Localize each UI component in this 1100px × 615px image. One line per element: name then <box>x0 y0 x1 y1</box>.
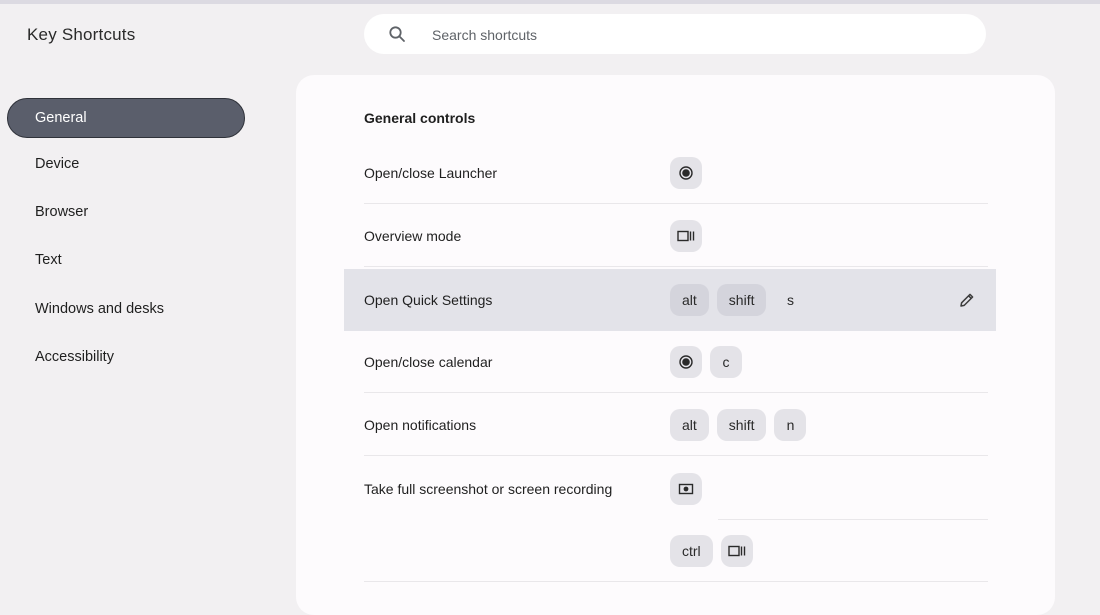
search-bar[interactable] <box>364 14 986 56</box>
shortcut-keys: ctrl <box>670 535 753 567</box>
launcher-icon <box>679 166 693 180</box>
shortcut-row-alternate[interactable]: ctrl <box>344 520 996 582</box>
key-alt[interactable]: alt <box>670 284 709 316</box>
screenshot-key[interactable] <box>670 473 702 505</box>
shortcut-label: Overview mode <box>364 228 462 244</box>
screenshot-icon <box>678 483 694 495</box>
shortcut-label: Open Quick Settings <box>364 292 493 308</box>
key-shift[interactable]: shift <box>716 409 767 441</box>
shortcut-keys <box>670 473 702 505</box>
sidebar-item-general[interactable]: General <box>7 98 245 138</box>
overview-key[interactable] <box>670 220 702 252</box>
row-divider <box>364 266 988 267</box>
overview-key[interactable] <box>720 535 753 567</box>
shortcut-row[interactable]: Take full screenshot or screen recording <box>344 458 996 520</box>
shortcut-label: Open/close Launcher <box>364 165 498 181</box>
overview-icon <box>727 545 745 557</box>
sidebar-item-windows-and-desks[interactable]: Windows and desks <box>7 289 245 329</box>
shortcut-row[interactable]: Open notifications alt shift n <box>344 394 996 456</box>
window-top-strip <box>0 0 1100 4</box>
section-title: General controls <box>364 110 476 126</box>
shortcut-keys: alt shift n <box>670 409 807 441</box>
key-shift[interactable]: shift <box>716 284 767 316</box>
shortcut-row-highlighted[interactable]: Open Quick Settings alt shift s <box>344 269 996 331</box>
page-title: Key Shortcuts <box>27 25 136 44</box>
key-c[interactable]: c <box>710 346 742 378</box>
overview-icon <box>677 230 695 242</box>
shortcut-label: Open/close calendar <box>364 354 493 370</box>
search-icon <box>389 26 405 42</box>
shortcut-row[interactable]: Open/close Launcher <box>344 142 996 204</box>
sidebar-item-device[interactable]: Device <box>7 144 245 184</box>
shortcut-label: Open notifications <box>364 417 477 433</box>
key-ctrl[interactable]: ctrl <box>670 535 713 567</box>
shortcut-keys <box>670 157 702 189</box>
sidebar-item-accessibility[interactable]: Accessibility <box>7 337 245 377</box>
key-n[interactable]: n <box>774 409 807 441</box>
edit-icon[interactable] <box>958 291 976 309</box>
shortcut-label: Take full screenshot or screen recording <box>364 481 613 497</box>
key-alt[interactable]: alt <box>670 409 709 441</box>
shortcuts-panel: General controls Open/close Launcher Ove… <box>296 75 1055 615</box>
key-s[interactable]: s <box>774 284 806 316</box>
search-input[interactable] <box>430 14 954 56</box>
sidebar-item-text[interactable]: Text <box>7 240 245 280</box>
shortcut-row[interactable]: Open/close calendar c <box>344 331 996 393</box>
shortcut-keys: alt shift s <box>670 284 806 316</box>
row-divider <box>364 581 988 582</box>
shortcut-keys: c <box>670 346 742 378</box>
sidebar-item-browser[interactable]: Browser <box>7 192 245 232</box>
shortcut-row[interactable]: Overview mode <box>344 205 996 267</box>
row-divider <box>364 203 988 204</box>
launcher-icon <box>679 355 693 369</box>
launcher-key[interactable] <box>670 157 702 189</box>
launcher-key[interactable] <box>670 346 702 378</box>
row-divider <box>364 392 988 393</box>
shortcut-keys <box>670 220 702 252</box>
row-divider <box>364 455 988 456</box>
